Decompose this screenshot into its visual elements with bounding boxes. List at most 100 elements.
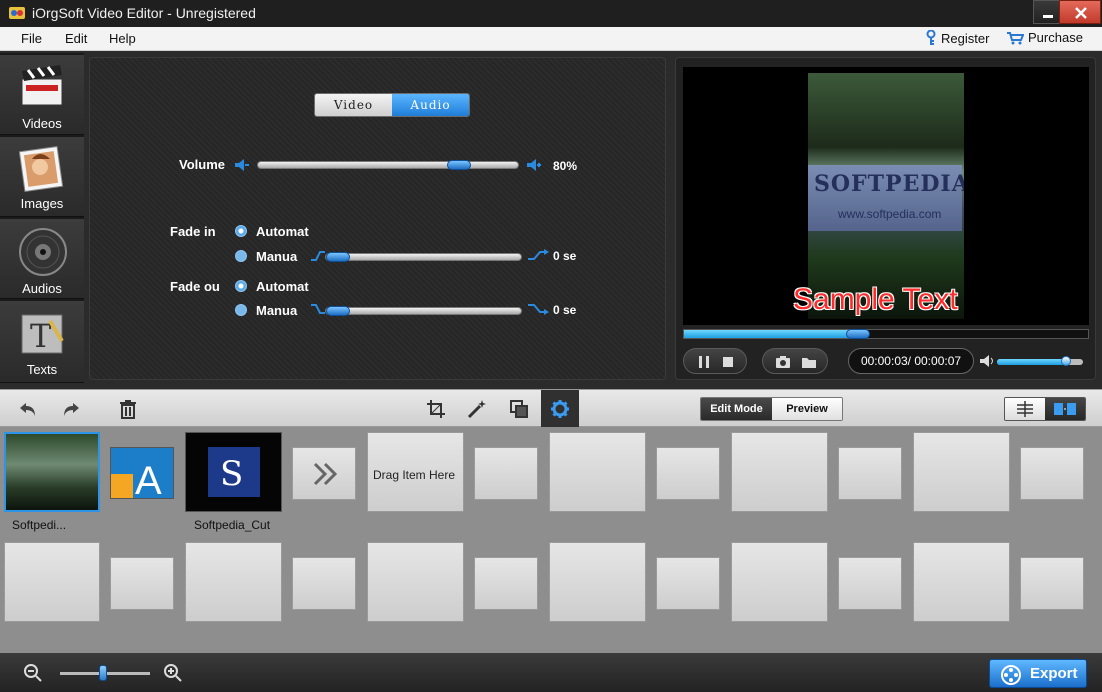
tab-video[interactable]: Video: [315, 94, 392, 116]
tab-audio[interactable]: Audio: [392, 94, 469, 116]
transition-slot[interactable]: [1020, 557, 1084, 610]
volume-slider-knob[interactable]: [447, 160, 471, 170]
transition-slot[interactable]: [1020, 447, 1084, 500]
sign-url: www.softpedia.com: [838, 207, 942, 221]
camera-icon[interactable]: [775, 354, 791, 370]
export-button[interactable]: Export: [989, 659, 1087, 688]
menu-file[interactable]: File: [21, 31, 42, 46]
crop-icon[interactable]: [426, 399, 446, 419]
edit-mode-button[interactable]: Edit Mode: [701, 398, 772, 420]
clip-slot[interactable]: [731, 432, 828, 512]
transition-slot[interactable]: [474, 447, 538, 500]
fade-in-label: Fade in: [170, 224, 216, 239]
volume-up-icon[interactable]: [527, 159, 541, 171]
preview-volume-knob[interactable]: [1060, 356, 1071, 366]
overlay-icon[interactable]: [509, 399, 529, 419]
clip-slot[interactable]: [913, 542, 1010, 622]
fade-out-slider-knob[interactable]: [326, 306, 350, 316]
preview-mode-button[interactable]: Preview: [772, 398, 842, 420]
fade-out-manual-radio[interactable]: [235, 304, 247, 316]
purchase-label: Purchase: [1028, 30, 1083, 45]
transition-slot[interactable]: [656, 447, 720, 500]
fade-in-auto-radio[interactable]: [235, 225, 247, 237]
playback-progress-fill: [684, 330, 858, 338]
minimize-button[interactable]: [1033, 0, 1061, 24]
transition-slot[interactable]: [838, 447, 902, 500]
zoom-slider-knob[interactable]: [99, 665, 107, 681]
svg-text:S: S: [220, 454, 243, 494]
transition-slot[interactable]: [474, 557, 538, 610]
clip-slot[interactable]: [549, 542, 646, 622]
film-reel-icon: [1001, 665, 1021, 685]
preview-panel: SOFTPEDIA www.softpedia.com Sample Text …: [675, 57, 1096, 380]
pause-icon[interactable]: [696, 354, 712, 370]
volume-down-icon[interactable]: [235, 159, 249, 171]
fade-in-slider-knob[interactable]: [326, 252, 350, 262]
sidebar-item-audios[interactable]: Audios: [0, 219, 84, 299]
transition-slot[interactable]: [292, 557, 356, 610]
fade-in-end-icon: [528, 249, 549, 260]
sidebar-item-videos[interactable]: Videos: [0, 55, 84, 135]
menu-edit[interactable]: Edit: [65, 31, 87, 46]
fade-in-manual-radio[interactable]: [235, 250, 247, 262]
clapperboard-icon: [21, 65, 63, 106]
folder-icon[interactable]: [801, 354, 817, 370]
fade-in-slider[interactable]: [325, 253, 522, 261]
speaker-icon[interactable]: [980, 355, 994, 367]
transition-slot[interactable]: [656, 557, 720, 610]
zoom-out-icon[interactable]: [23, 663, 43, 683]
drag-hint: Drag Item Here: [373, 468, 456, 482]
playback-controls: [683, 348, 747, 374]
settings-tool-active[interactable]: [541, 390, 579, 428]
fade-out-auto-label: Automat: [256, 279, 309, 294]
sidebar-label-audios: Audios: [22, 281, 62, 296]
clip-thumbnail-3[interactable]: S: [185, 432, 282, 512]
transition-slot[interactable]: [110, 557, 174, 610]
fade-in-value: 0 se: [553, 249, 577, 263]
zoom-in-icon[interactable]: [163, 663, 183, 683]
fade-in-auto-label: Automat: [256, 224, 309, 239]
menu-help[interactable]: Help: [109, 31, 136, 46]
timeline-view-button[interactable]: [1005, 398, 1045, 420]
playback-time: 00:00:03/ 00:00:07: [848, 348, 974, 374]
mode-switch: Edit Mode Preview: [700, 397, 843, 421]
clip-slot[interactable]: [549, 432, 646, 512]
fade-out-auto-radio[interactable]: [235, 280, 247, 292]
trash-icon[interactable]: [118, 399, 138, 419]
fade-in-start-icon: [311, 251, 325, 261]
transition-slot[interactable]: [292, 447, 356, 500]
undo-icon[interactable]: [18, 399, 38, 419]
clip-thumbnail-2[interactable]: A: [110, 447, 174, 499]
fade-out-manual-label: Manua: [256, 303, 298, 318]
clip-slot[interactable]: [4, 542, 100, 622]
redo-icon[interactable]: [61, 399, 81, 419]
clip-slot[interactable]: [367, 542, 464, 622]
purchase-link[interactable]: Purchase: [1006, 30, 1083, 45]
app-window: iOrgSoft Video Editor - Unregistered Fil…: [0, 0, 1102, 692]
sidebar-item-images[interactable]: Images: [0, 137, 84, 217]
clip-thumbnail-1[interactable]: [4, 432, 100, 512]
title-bar: iOrgSoft Video Editor - Unregistered: [0, 0, 1102, 27]
magic-wand-icon[interactable]: [467, 399, 487, 419]
clip-slot[interactable]: [185, 542, 282, 622]
clip-slot[interactable]: [731, 542, 828, 622]
preview-volume-slider[interactable]: [997, 356, 1083, 366]
clip-slot[interactable]: Drag Item Here: [367, 432, 464, 512]
playback-progress-knob[interactable]: [845, 329, 870, 339]
stop-icon[interactable]: [720, 354, 736, 370]
export-label: Export: [1030, 665, 1078, 682]
storyboard-view-button[interactable]: [1045, 398, 1085, 420]
edit-toolbar: Edit Mode Preview: [0, 389, 1102, 428]
playback-progress-bar[interactable]: [683, 329, 1089, 339]
sign-text: SOFTPEDIA: [814, 171, 964, 197]
app-logo-icon: [9, 7, 25, 19]
sidebar-item-texts[interactable]: T Texts: [0, 301, 84, 383]
clip-slot[interactable]: [913, 432, 1010, 512]
close-button[interactable]: [1059, 0, 1101, 24]
softpedia-logo-icon: S: [208, 447, 260, 497]
register-link[interactable]: Register: [925, 30, 989, 46]
volume-slider[interactable]: [257, 161, 519, 169]
fade-out-slider[interactable]: [325, 307, 522, 315]
window-title: iOrgSoft Video Editor - Unregistered: [32, 5, 256, 21]
transition-slot[interactable]: [838, 557, 902, 610]
